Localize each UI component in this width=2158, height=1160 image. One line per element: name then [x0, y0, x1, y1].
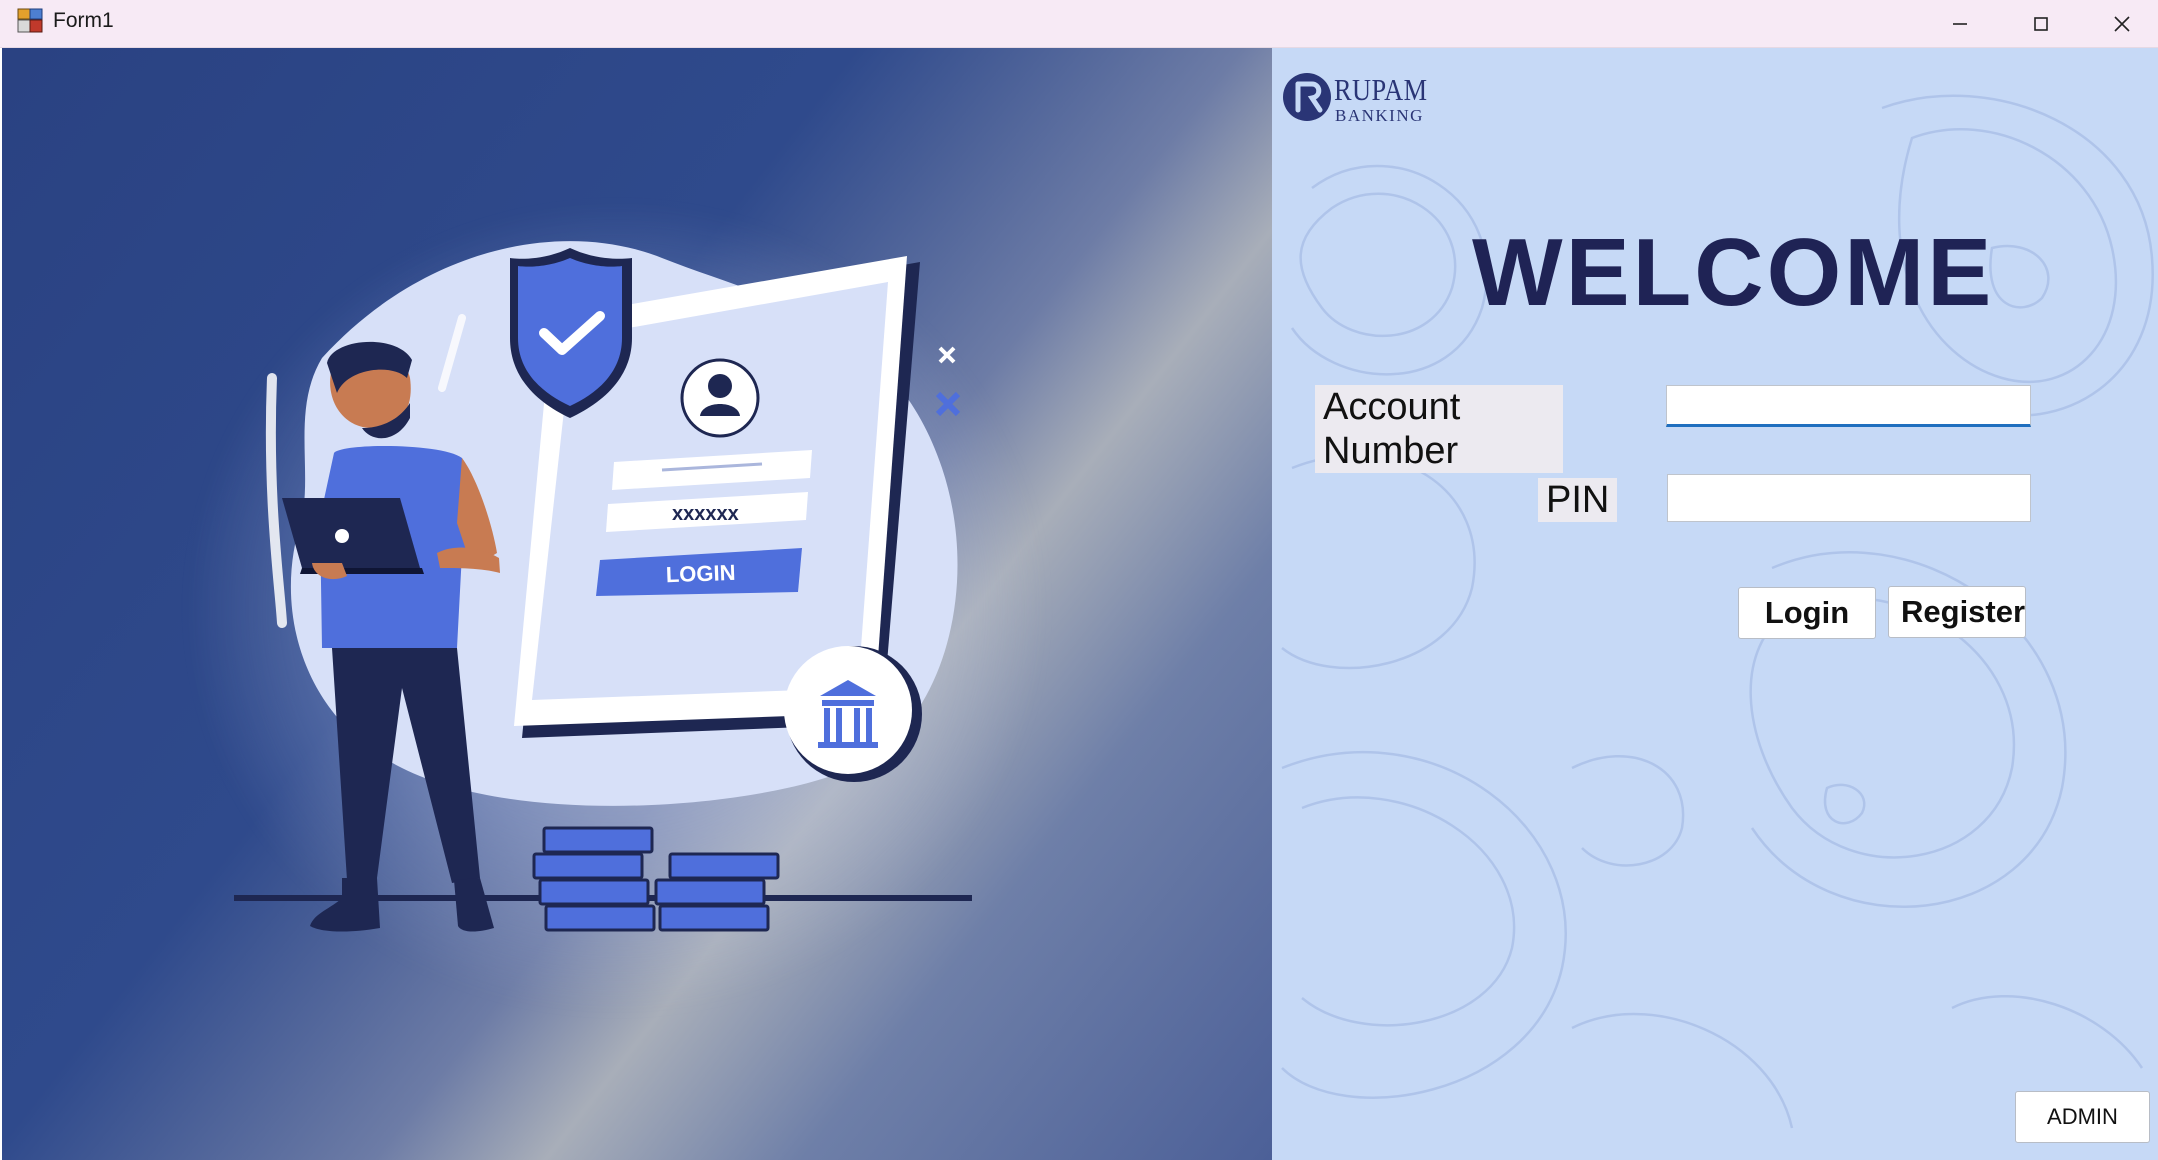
- window-title: Form1: [53, 9, 114, 32]
- pin-input[interactable]: [1667, 474, 2031, 522]
- rupam-banking-logo: RUPAM BANKING: [1282, 70, 1432, 130]
- illustration-login-label: LOGIN: [665, 560, 736, 587]
- logo-name: RUPAM: [1334, 72, 1428, 107]
- close-button[interactable]: [2082, 0, 2158, 47]
- illustration-panel: xxxxxx LOGIN: [2, 48, 1272, 1160]
- welcome-heading: WELCOME: [1472, 219, 1995, 326]
- online-banking-login-illustration: xxxxxx LOGIN: [234, 241, 972, 932]
- minimize-button[interactable]: [1920, 0, 2000, 47]
- register-button[interactable]: Register: [1888, 586, 2026, 638]
- login-button[interactable]: Login: [1738, 587, 1876, 639]
- account-number-label: Account Number: [1315, 385, 1563, 473]
- pin-label: PIN: [1538, 478, 1618, 522]
- logo-subtitle: BANKING: [1335, 106, 1424, 125]
- maximize-button[interactable]: [2001, 0, 2081, 47]
- minimize-icon: [1953, 22, 1967, 25]
- r-logo-icon: [1283, 73, 1331, 121]
- admin-button[interactable]: ADMIN: [2015, 1091, 2150, 1143]
- account-number-input[interactable]: [1666, 385, 2031, 427]
- window-title-bar: Form1: [0, 0, 2158, 48]
- illustration-password-mask: xxxxxx: [672, 503, 739, 525]
- maximize-icon: [2034, 16, 2048, 31]
- login-panel: RUPAM BANKING WELCOME Account Number PIN…: [1272, 48, 2158, 1160]
- close-icon: [2114, 15, 2130, 32]
- app-icon: [17, 8, 43, 33]
